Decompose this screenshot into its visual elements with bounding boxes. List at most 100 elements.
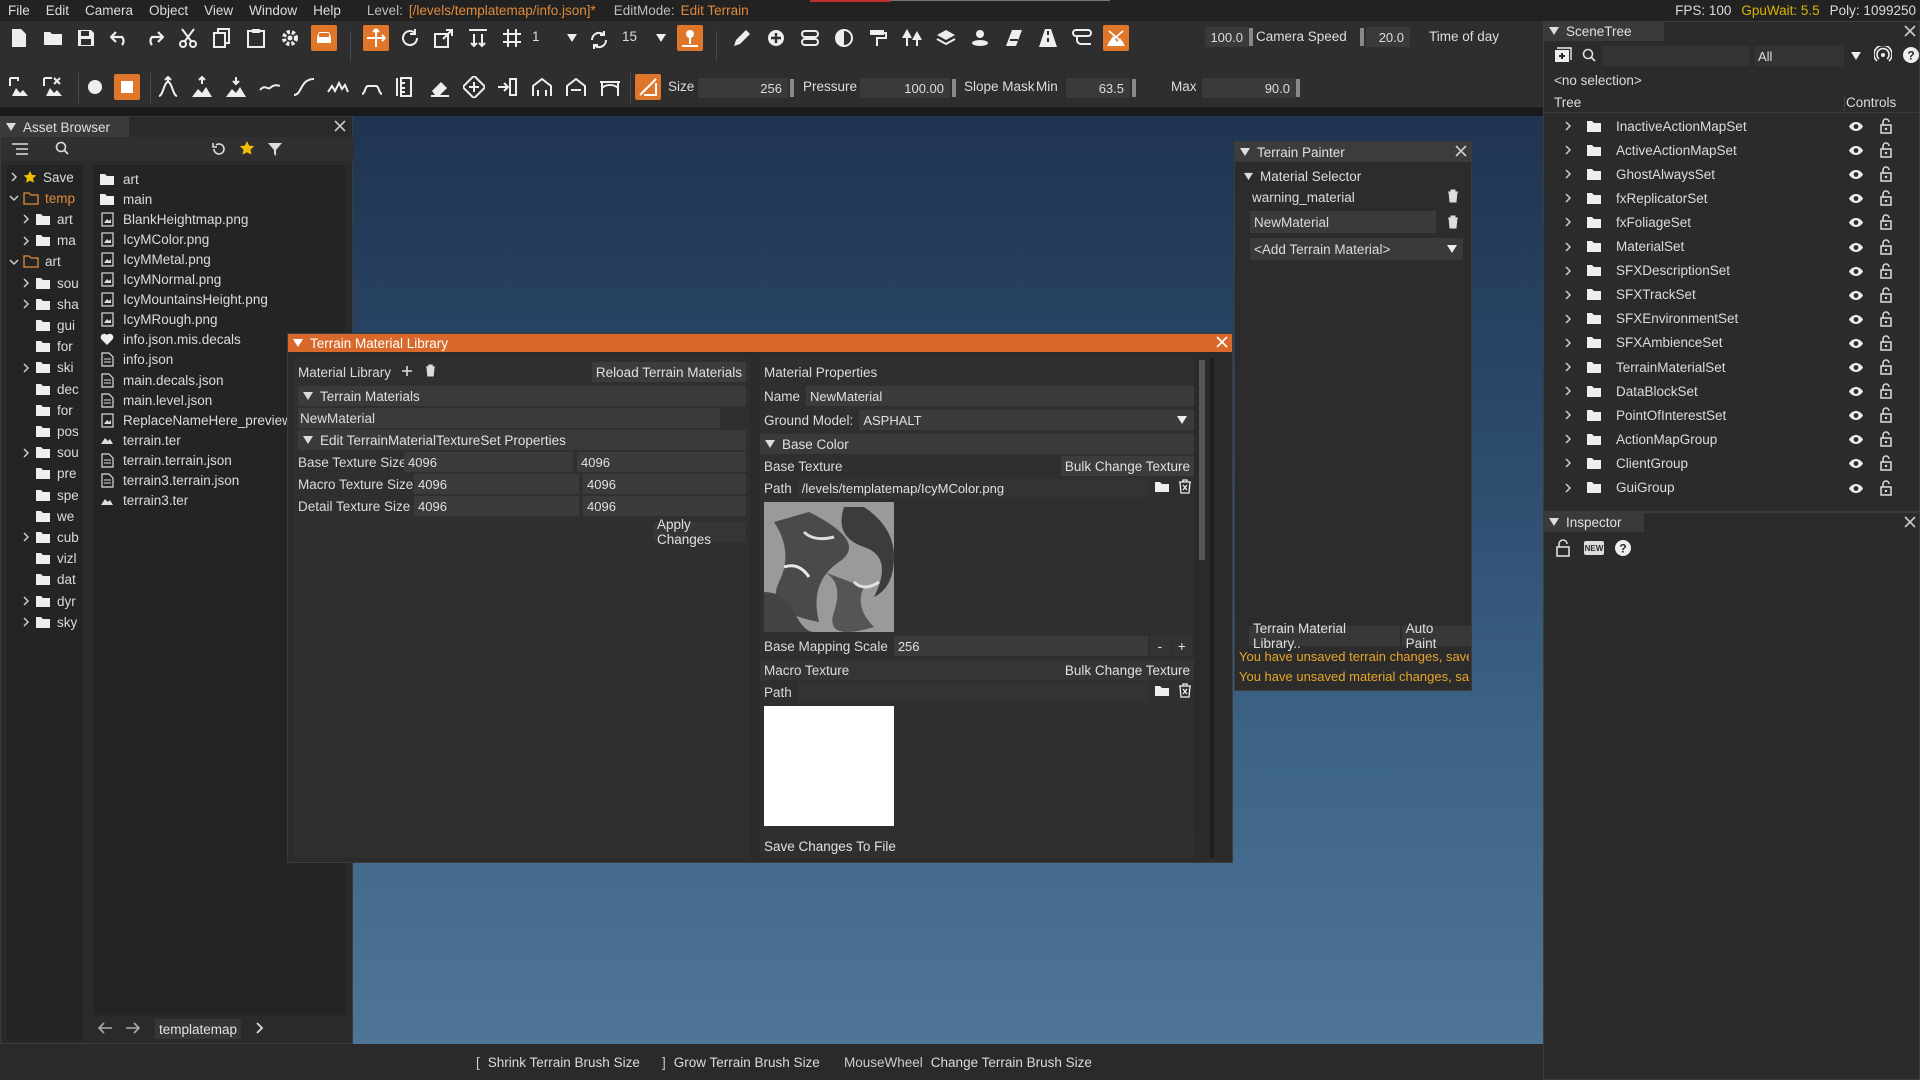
inspector-tab[interactable]: Inspector xyxy=(1544,513,1644,532)
lock-icon[interactable] xyxy=(1880,238,1892,258)
chevron-right-icon[interactable] xyxy=(1564,121,1576,131)
terrain-editor-icon[interactable] xyxy=(1103,25,1129,51)
mapping-increment-button[interactable]: + xyxy=(1171,636,1192,656)
snap-dropdown-icon[interactable] xyxy=(559,25,585,51)
lock-icon[interactable] xyxy=(1880,479,1892,499)
collapse-triangle-icon[interactable] xyxy=(1239,145,1251,160)
refresh-icon[interactable] xyxy=(211,141,227,160)
lower-terrain-icon[interactable] xyxy=(223,74,249,100)
mesh-road-icon[interactable] xyxy=(1035,25,1061,51)
menu-window[interactable]: Window xyxy=(241,3,305,18)
camera-speed-input[interactable]: 100.0 xyxy=(1205,27,1249,47)
collapse-triangle-icon[interactable] xyxy=(1548,515,1560,530)
visibility-eye-icon[interactable] xyxy=(1848,433,1864,448)
clear-texture-icon[interactable] xyxy=(1178,683,1192,701)
asset-file-item[interactable]: IcyMMetal.png xyxy=(99,249,211,269)
asset-tree-item[interactable]: we xyxy=(19,506,74,526)
chevron-right-icon[interactable] xyxy=(1564,338,1576,348)
chevron-right-icon[interactable] xyxy=(1564,362,1576,372)
lock-icon[interactable] xyxy=(1880,431,1892,450)
vehicle-icon[interactable] xyxy=(311,25,337,51)
material-selector-header[interactable]: Material Selector xyxy=(1243,169,1361,184)
rotate-count[interactable]: 15 xyxy=(622,29,637,44)
asset-tree-item[interactable]: pos xyxy=(19,421,79,441)
dropdown-arrow-icon[interactable] xyxy=(1850,49,1862,64)
chevron-down-icon[interactable] xyxy=(7,258,21,266)
visibility-eye-icon[interactable] xyxy=(1848,192,1864,207)
chevron-right-icon[interactable] xyxy=(1564,169,1576,179)
texture-size-input-a[interactable]: 4096 xyxy=(414,496,579,516)
scale-gizmo-icon[interactable] xyxy=(431,25,457,51)
radio-signal-icon[interactable] xyxy=(1873,43,1893,67)
browse-folder-icon[interactable] xyxy=(1154,480,1170,496)
size-input[interactable]: 256 xyxy=(698,78,788,98)
add-hole-icon[interactable] xyxy=(495,74,521,100)
asset-tree-item[interactable]: sha xyxy=(19,294,79,314)
tml-titlebar[interactable]: Terrain Material Library xyxy=(288,334,1232,352)
new-badge-icon[interactable]: NEW xyxy=(1584,541,1604,555)
chevron-right-icon[interactable] xyxy=(19,363,33,373)
material-item[interactable]: warning_material xyxy=(1235,186,1471,208)
add-material-dropdown[interactable]: <Add Terrain Material> xyxy=(1250,238,1463,260)
breadcrumb-templatemap[interactable]: templatemap xyxy=(155,1019,241,1039)
asset-file-item[interactable]: terrain3.terrain.json xyxy=(99,471,239,491)
asset-tree-item[interactable]: sou xyxy=(19,443,79,463)
lock-icon[interactable] xyxy=(1880,190,1892,209)
scenetree-item[interactable]: SFXEnvironmentSet xyxy=(1544,308,1920,330)
paint-material-icon[interactable] xyxy=(635,74,661,100)
spawn-point-icon[interactable] xyxy=(967,25,993,51)
asset-file-item[interactable]: info.json.mis.decals xyxy=(99,330,241,350)
tml-scrollbar[interactable] xyxy=(1198,358,1206,838)
clear-texture-icon[interactable] xyxy=(1178,479,1192,497)
menu-camera[interactable]: Camera xyxy=(77,3,141,18)
close-icon[interactable] xyxy=(1904,25,1916,40)
scenetree-tab[interactable]: SceneTree xyxy=(1544,22,1664,41)
max-slider[interactable] xyxy=(1296,79,1300,97)
chevron-right-icon[interactable] xyxy=(1564,410,1576,420)
asset-tree-item[interactable]: sky xyxy=(19,612,77,632)
smooth-terrain-icon[interactable] xyxy=(257,74,283,100)
asset-file-item[interactable]: main.decals.json xyxy=(99,370,224,390)
asset-file-item[interactable]: terrain.ter xyxy=(99,430,181,450)
scenetree-search-input[interactable] xyxy=(1602,46,1750,66)
asset-file-item[interactable]: IcyMColor.png xyxy=(99,229,209,249)
texture-size-input-a[interactable]: 4096 xyxy=(404,452,573,472)
material-library-button[interactable]: Terrain Material Library.. xyxy=(1249,621,1400,651)
copy-icon[interactable] xyxy=(209,25,235,51)
chevron-right-icon[interactable] xyxy=(1564,145,1576,155)
chevron-right-icon[interactable] xyxy=(1564,314,1576,324)
save-changes-button[interactable]: Save Changes To File xyxy=(764,836,900,856)
max-input[interactable]: 90.0 xyxy=(1202,78,1296,98)
collapse-triangle-icon[interactable] xyxy=(1548,24,1560,39)
search-icon[interactable] xyxy=(55,141,69,158)
chevron-right-icon[interactable] xyxy=(1564,482,1576,493)
help-icon[interactable]: ? xyxy=(1614,539,1632,560)
paint-roller-icon[interactable] xyxy=(865,25,891,51)
chevron-right-icon[interactable] xyxy=(7,172,21,182)
chevron-right-icon[interactable] xyxy=(1564,266,1576,276)
scenetree-item[interactable]: PointOfInterestSet xyxy=(1544,404,1920,426)
base-path-input[interactable]: /levels/templatemap/IcyMColor.png xyxy=(797,478,1148,498)
asset-tree-item[interactable]: ma xyxy=(19,231,76,251)
asset-file-item[interactable]: IcyMountainsHeight.png xyxy=(99,290,268,310)
pressure-input[interactable]: 100.00 xyxy=(860,78,950,98)
min-input[interactable]: 63.5 xyxy=(1066,78,1130,98)
visibility-eye-icon[interactable] xyxy=(1848,313,1864,328)
scenetree-item[interactable]: SFXDescriptionSet xyxy=(1544,260,1920,282)
open-folder-icon[interactable] xyxy=(40,25,66,51)
visibility-eye-icon[interactable] xyxy=(1848,241,1864,256)
asset-file-item[interactable]: main xyxy=(99,189,152,209)
raise-height-icon[interactable] xyxy=(155,74,181,100)
save-icon[interactable] xyxy=(73,25,99,51)
scenetree-item[interactable]: GhostAlwaysSet xyxy=(1544,163,1920,185)
menu-edit[interactable]: Edit xyxy=(38,3,77,18)
auto-paint-button[interactable]: Auto Paint xyxy=(1401,621,1471,651)
raise-terrain-icon[interactable] xyxy=(189,74,215,100)
chevron-right-icon[interactable] xyxy=(1564,290,1576,300)
rotate-snap-icon[interactable] xyxy=(586,27,612,53)
bridge-icon[interactable] xyxy=(597,74,623,100)
texture-size-input-b[interactable]: 4096 xyxy=(583,496,746,516)
texture-set-header[interactable]: Edit TerrainMaterialTextureSet Propertie… xyxy=(298,430,746,450)
asset-tree-item[interactable]: dat xyxy=(19,570,76,590)
river-tool-icon[interactable] xyxy=(831,25,857,51)
